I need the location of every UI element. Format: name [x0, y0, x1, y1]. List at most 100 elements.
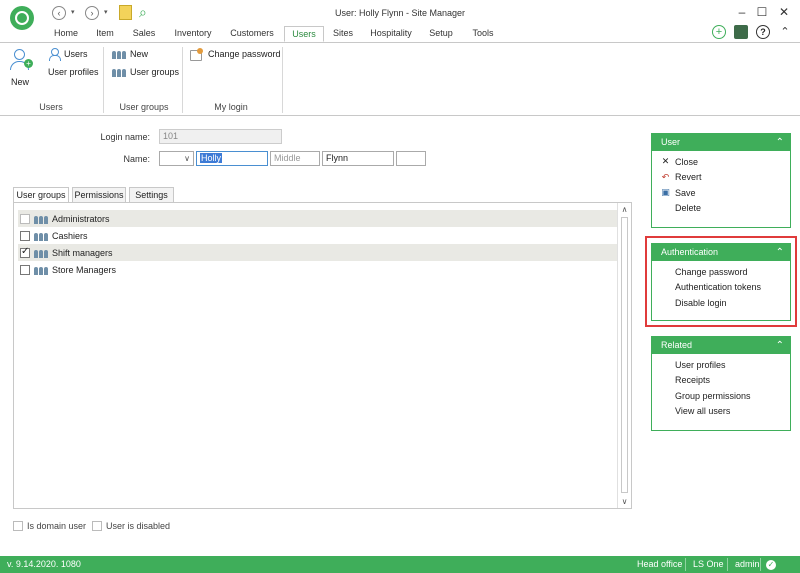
group-icon [34, 231, 48, 241]
group-permissions-link[interactable]: Group permissions [652, 388, 790, 404]
is-domain-user-label: Is domain user [27, 521, 87, 531]
first-name-field[interactable]: Holly [196, 151, 268, 166]
tab-user-groups[interactable]: User groups [13, 187, 69, 203]
tab-permissions[interactable]: Permissions [72, 187, 126, 202]
receipts-link-label: Receipts [675, 375, 711, 386]
change-password-action[interactable]: Change password [652, 264, 790, 280]
group-checkbox[interactable] [20, 213, 30, 224]
help-icon[interactable]: ? [756, 25, 770, 39]
related-panel-title: Related [661, 340, 693, 350]
save-icon: ▣ [661, 187, 670, 198]
user-groups-button[interactable]: User groups [112, 65, 179, 79]
list-item[interactable]: Cashiers [18, 227, 617, 244]
ribbon: + New Users User profiles Users New User… [0, 42, 800, 116]
list-item[interactable]: Store Managers [18, 261, 617, 278]
close-action-label: Close [675, 156, 699, 167]
tab-item[interactable]: Item [90, 26, 120, 42]
tab-tools[interactable]: Tools [466, 26, 500, 42]
first-name-value: Holly [200, 153, 223, 163]
authentication-panel: Authentication ⌃ Change password Authent… [651, 243, 791, 321]
collapse-icon[interactable]: ⌃ [776, 244, 784, 261]
is-domain-user-checkbox[interactable]: Is domain user [13, 521, 86, 531]
revert-action-label: Revert [675, 172, 702, 183]
save-action[interactable]: ▣ Save [652, 185, 790, 201]
group-checkbox[interactable] [20, 246, 30, 258]
user-profiles-link[interactable]: User profiles [652, 357, 790, 373]
ribbon-tabs: Home Item Sales Inventory Customers User… [0, 25, 800, 42]
list-item[interactable]: Shift managers [18, 244, 617, 261]
view-all-users-link[interactable]: View all users [652, 404, 790, 420]
close-icon: ✕ [661, 156, 670, 167]
users-button[interactable]: Users [48, 47, 88, 61]
name-prefix-dropdown[interactable]: ∨ [159, 151, 194, 166]
disable-login-action[interactable]: Disable login [652, 295, 790, 311]
group-label: Administrators [52, 213, 110, 224]
add-icon[interactable]: + [712, 25, 726, 39]
revert-action[interactable]: ↶ Revert [652, 170, 790, 186]
scroll-up-icon[interactable]: ∧ [618, 203, 631, 216]
group-icon [34, 214, 48, 224]
user-panel-header[interactable]: User ⌃ [652, 134, 790, 151]
scroll-down-icon[interactable]: ∨ [618, 495, 631, 508]
minimize-icon[interactable]: – [732, 4, 752, 20]
new-user-label[interactable]: New [11, 77, 29, 87]
group-icon [112, 67, 126, 77]
user-is-disabled-checkbox[interactable]: User is disabled [92, 521, 170, 531]
new-user-button[interactable]: + [8, 48, 33, 72]
collapse-icon[interactable]: ⌃ [776, 134, 784, 151]
ribbon-divider [182, 47, 183, 113]
middle-name-field[interactable]: Middle [270, 151, 320, 166]
new-group-button[interactable]: New [112, 47, 148, 61]
user-profiles-link-label: User profiles [675, 359, 726, 370]
receipts-link[interactable]: Receipts [652, 373, 790, 389]
users-group-label: Users [39, 102, 63, 112]
tab-users[interactable]: Users [284, 26, 324, 42]
collapse-icon[interactable]: ⌃ [776, 337, 784, 354]
version-text: v. 9.14.2020. 1080 [7, 559, 81, 569]
group-icon [34, 265, 48, 275]
close-icon[interactable]: ✕ [774, 4, 794, 20]
list-scrollbar[interactable]: ∧ ∨ [617, 203, 631, 508]
tab-sales[interactable]: Sales [128, 26, 160, 42]
group-icon [112, 49, 126, 59]
ribbon-divider [103, 47, 104, 113]
user-icon [48, 48, 61, 61]
related-panel: Related ⌃ User profiles Receipts Group p… [651, 336, 791, 431]
scroll-thumb[interactable] [621, 217, 628, 493]
group-label: Store Managers [52, 264, 117, 275]
related-panel-header[interactable]: Related ⌃ [652, 337, 790, 354]
user-profiles-button[interactable]: User profiles [48, 65, 99, 79]
name-suffix-field[interactable] [396, 151, 426, 166]
tab-hospitality[interactable]: Hospitality [365, 26, 417, 42]
tab-settings[interactable]: Settings [129, 187, 174, 202]
authentication-panel-header[interactable]: Authentication ⌃ [652, 244, 790, 261]
disable-login-action-label: Disable login [675, 297, 727, 308]
tab-sites[interactable]: Sites [329, 26, 357, 42]
name-label: Name: [123, 154, 150, 164]
tab-inventory[interactable]: Inventory [168, 26, 218, 42]
authentication-tokens-action[interactable]: Authentication tokens [652, 280, 790, 296]
collapse-ribbon-icon[interactable]: ⌃ [778, 25, 792, 39]
close-action[interactable]: ✕ Close [652, 154, 790, 170]
tab-customers[interactable]: Customers [226, 26, 278, 42]
tab-home[interactable]: Home [50, 26, 82, 42]
group-checkbox[interactable] [20, 230, 30, 241]
group-checkbox[interactable] [20, 264, 30, 275]
window-title: User: Holly Flynn - Site Manager [334, 8, 466, 18]
status-divider [760, 558, 761, 571]
delete-action-label: Delete [675, 203, 702, 214]
status-divider [685, 558, 686, 571]
change-password-button[interactable]: Change password [190, 47, 281, 61]
blank-icon [660, 203, 671, 214]
last-name-field[interactable]: Flynn [322, 151, 394, 166]
view-all-users-link-label: View all users [675, 406, 731, 417]
chevron-down-icon: ∨ [184, 154, 190, 163]
tab-setup[interactable]: Setup [424, 26, 458, 42]
maximize-icon[interactable]: ☐ [752, 4, 772, 20]
delete-action[interactable]: Delete [652, 201, 790, 217]
list-item[interactable]: Administrators [18, 210, 617, 227]
connection-ok-icon: ✓ [766, 560, 776, 570]
group-icon [34, 248, 48, 258]
plus-icon: + [24, 59, 33, 68]
book-icon[interactable] [734, 25, 748, 39]
